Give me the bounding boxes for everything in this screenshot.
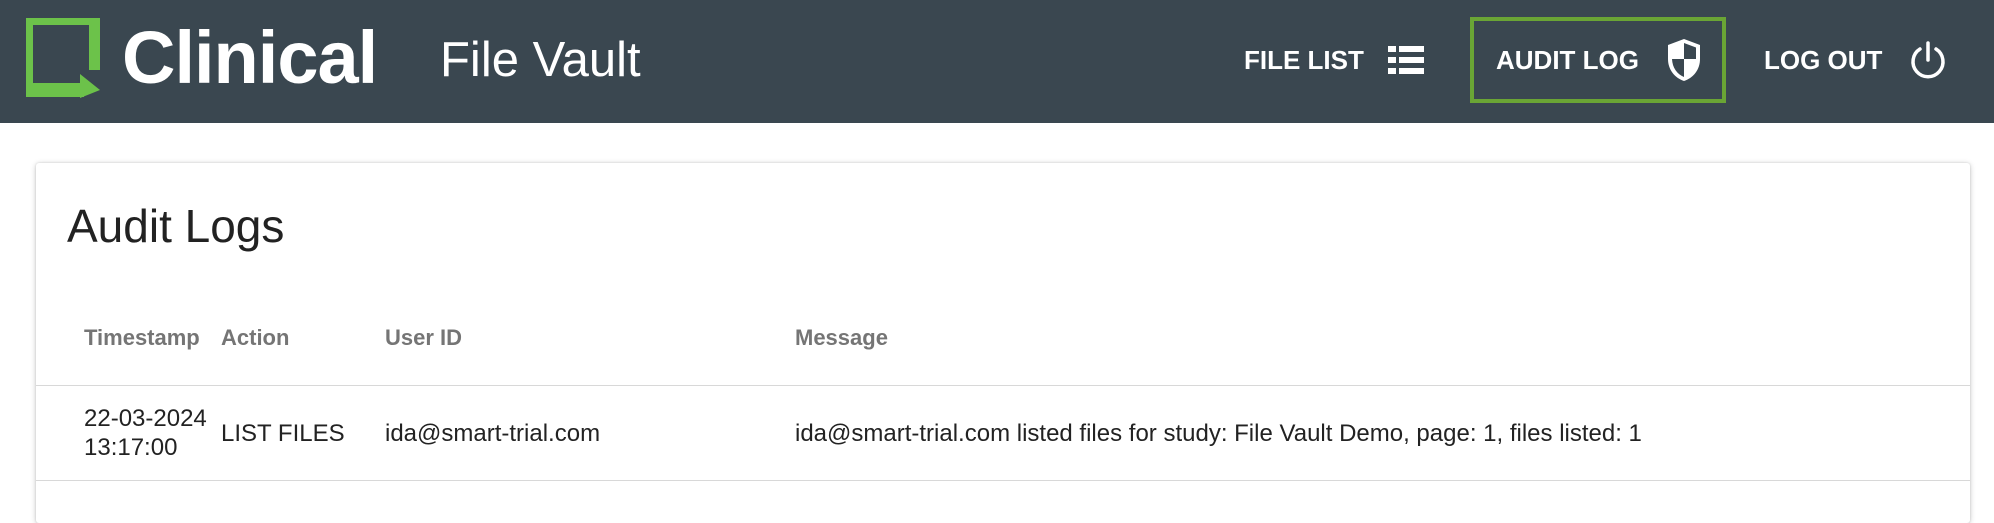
app-title: File Vault (440, 33, 641, 87)
table-header-row: Timestamp Action User ID Message (36, 291, 1970, 386)
nav-file-list[interactable]: FILE LIST (1244, 17, 1424, 103)
timestamp-time: 13:17:00 (84, 434, 178, 461)
audit-log-table: Timestamp Action User ID Message 22-03-2… (36, 291, 1970, 481)
power-icon (1908, 40, 1948, 80)
column-header-message[interactable]: Message (795, 291, 1970, 386)
nav-log-out-label: LOG OUT (1764, 44, 1883, 75)
nav-audit-log[interactable]: AUDIT LOG (1470, 17, 1726, 103)
table-row[interactable]: 22-03-2024 13:17:00 LIST FILES ida@smart… (36, 385, 1970, 481)
list-icon (1387, 46, 1424, 74)
cell-timestamp: 22-03-2024 13:17:00 (36, 385, 221, 481)
timestamp-date: 22-03-2024 (84, 405, 207, 432)
cell-user-id: ida@smart-trial.com (385, 385, 795, 481)
cell-action: LIST FILES (221, 385, 385, 481)
logo-mark-icon (19, 11, 103, 98)
column-header-action[interactable]: Action (221, 291, 385, 386)
nav-log-out[interactable]: LOG OUT (1764, 17, 1948, 103)
column-header-timestamp[interactable]: Timestamp (36, 291, 221, 386)
audit-logs-card: Audit Logs Timestamp Action User ID Mess… (36, 163, 1970, 523)
shield-icon (1665, 37, 1703, 83)
nav-file-list-label: FILE LIST (1244, 44, 1364, 75)
top-navigation-bar: Clinical File Vault FILE LIST AUDIT LOG (0, 0, 1994, 123)
clinical-logo[interactable]: Clinical (19, 11, 378, 99)
page-title: Audit Logs (67, 200, 285, 252)
cell-message: ida@smart-trial.com listed files for stu… (795, 385, 1970, 481)
logo-text: Clinical (122, 16, 378, 99)
column-header-user-id[interactable]: User ID (385, 291, 795, 386)
nav-audit-log-label: AUDIT LOG (1496, 44, 1639, 75)
